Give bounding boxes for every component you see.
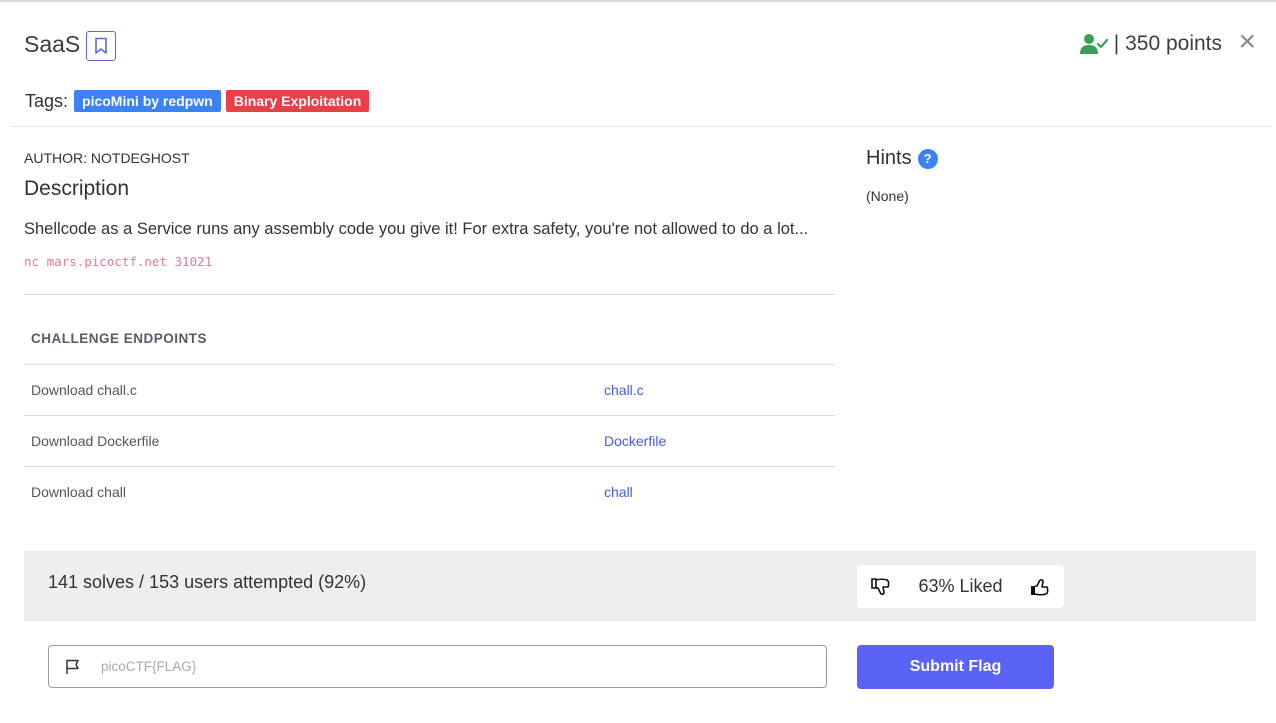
thumbs-down-icon[interactable] (871, 577, 891, 596)
points-display: | 350 points (1079, 32, 1222, 56)
bookmark-icon (95, 37, 107, 54)
flag-field[interactable] (48, 645, 827, 688)
tags-label: Tags: (25, 90, 69, 111)
close-icon[interactable]: × (1238, 27, 1256, 57)
hints-heading-row: Hints ? (866, 147, 938, 170)
hints-value: (None) (866, 188, 909, 204)
submit-flag-button[interactable]: Submit Flag (857, 645, 1054, 689)
download-dockerfile-link[interactable]: Dockerfile (604, 433, 666, 449)
flag-icon (66, 659, 79, 674)
header-divider (10, 126, 1272, 127)
table-row: Download chall chall (24, 467, 835, 517)
connection-command: nc mars.picoctf.net 31021 (24, 254, 213, 269)
description-heading: Description (24, 177, 130, 200)
endpoint-label: Download chall (31, 484, 126, 500)
tag-binary-exploitation[interactable]: Binary Exploitation (225, 90, 370, 112)
bookmark-button[interactable] (86, 31, 116, 61)
table-row: Download chall.c chall.c (24, 365, 835, 416)
endpoints-heading: CHALLENGE ENDPOINTS (24, 322, 835, 365)
help-icon[interactable]: ? (917, 148, 938, 169)
user-check-icon (1079, 34, 1108, 54)
flag-input[interactable] (99, 658, 703, 675)
endpoint-label: Download Dockerfile (31, 433, 160, 449)
endpoint-label: Download chall.c (31, 382, 137, 398)
challenge-modal: SaaS | 350 points × Tags: picoMini by re… (0, 0, 1276, 723)
download-chall-c-link[interactable]: chall.c (604, 382, 644, 398)
challenge-title: SaaS (24, 31, 81, 57)
liked-percentage: 63% Liked (918, 576, 1003, 596)
solves-count: 141 solves / 153 users attempted (92%) (48, 572, 367, 592)
points-label: | 350 points (1113, 32, 1222, 55)
hints-heading: Hints (866, 147, 912, 169)
author-label: AUTHOR: NOTDEGHOST (24, 150, 190, 166)
description-text: Shellcode as a Service runs any assembly… (24, 220, 809, 238)
description-divider (24, 294, 835, 295)
endpoints-table: CHALLENGE ENDPOINTS Download chall.c cha… (24, 322, 835, 517)
tags-row: Tags: picoMini by redpwn Binary Exploita… (25, 90, 374, 112)
download-chall-link[interactable]: chall (604, 484, 633, 500)
tag-picomini[interactable]: picoMini by redpwn (74, 90, 221, 112)
like-widget: 63% Liked (857, 565, 1064, 608)
stats-bar: 141 solves / 153 users attempted (92%) 6… (24, 551, 1256, 621)
table-row: Download Dockerfile Dockerfile (24, 416, 835, 467)
thumbs-up-icon[interactable] (1030, 578, 1050, 596)
